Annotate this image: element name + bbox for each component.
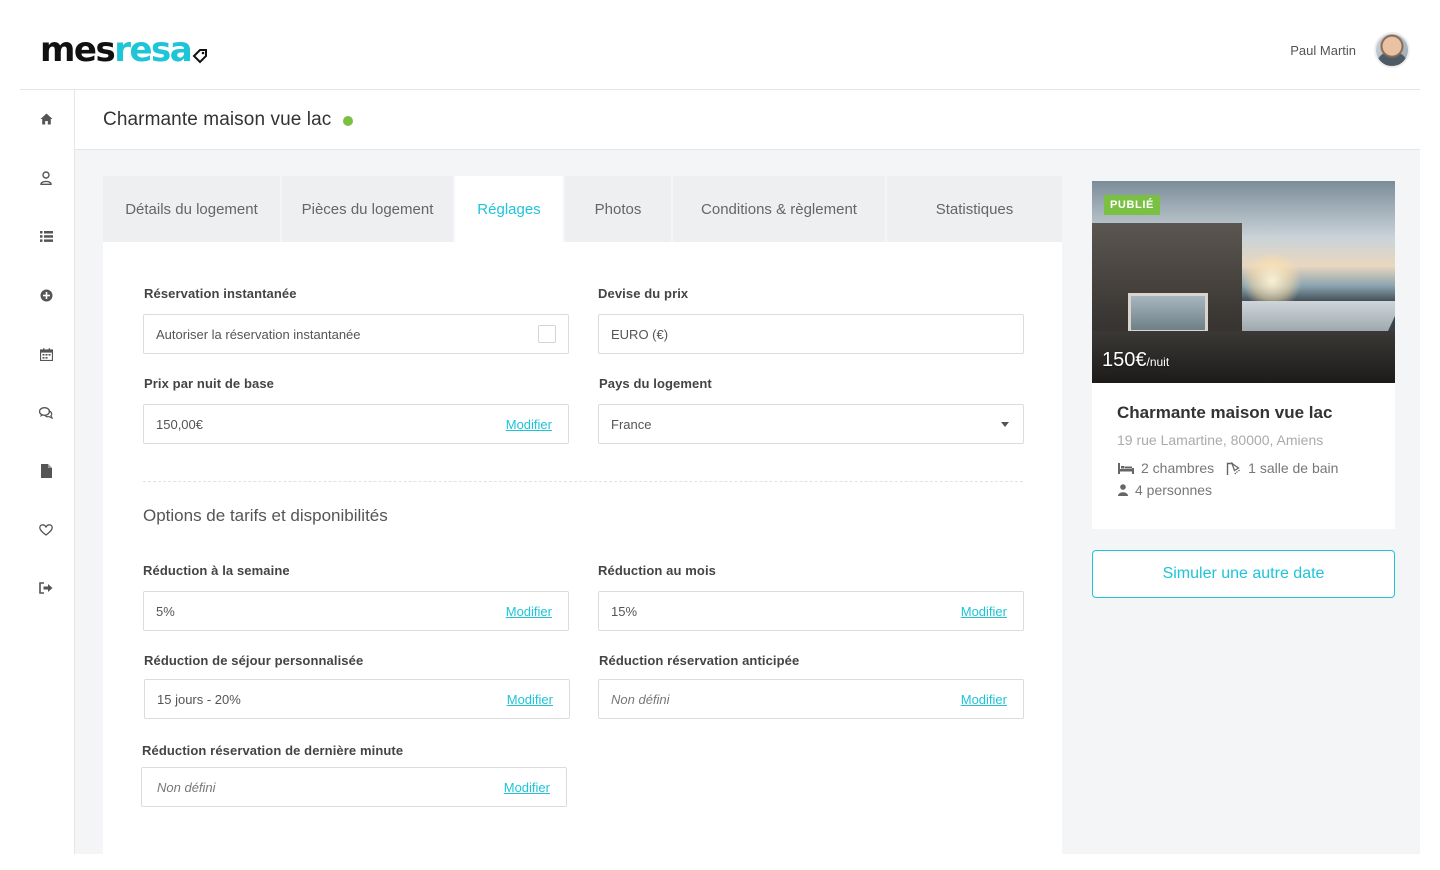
section-divider xyxy=(143,481,1023,482)
tab-settings[interactable]: Réglages xyxy=(455,176,563,242)
tab-bar: Détails du logement Pièces du logement R… xyxy=(103,176,1062,242)
price-amount: 150€ xyxy=(1102,349,1147,371)
custom-stay-discount-modify-link[interactable]: Modifier xyxy=(507,692,553,707)
photo-deck xyxy=(1215,301,1395,331)
last-minute-discount-modify-link[interactable]: Modifier xyxy=(504,780,550,795)
sidebar-nav xyxy=(20,90,75,854)
early-booking-discount-field[interactable]: Non défini Modifier xyxy=(598,679,1024,719)
person-icon xyxy=(1117,484,1129,496)
weekly-discount-modify-link[interactable]: Modifier xyxy=(506,604,552,619)
property-rooms-line: 2 chambres 1 salle de bain xyxy=(1117,460,1377,476)
currency-field[interactable]: EURO (€) xyxy=(598,314,1024,354)
photo-window xyxy=(1128,293,1208,333)
country-value: France xyxy=(611,416,652,432)
property-title: Charmante maison vue lac xyxy=(1117,403,1333,422)
logo[interactable]: mes resa xyxy=(40,30,208,70)
tab-conditions[interactable]: Conditions & règlement xyxy=(673,176,885,242)
weekly-discount-field[interactable]: 5% Modifier xyxy=(143,591,569,631)
custom-stay-discount-value: 15 jours - 20% xyxy=(157,691,241,707)
add-circle-icon[interactable] xyxy=(38,287,54,303)
section-title: Options de tarifs et disponibilités xyxy=(143,506,388,525)
user-icon[interactable] xyxy=(38,170,54,186)
base-price-value: 150,00€ xyxy=(156,416,203,432)
price-unit: /nuit xyxy=(1146,355,1170,369)
country-label: Pays du logement xyxy=(599,376,712,391)
custom-stay-discount-label: Réduction de séjour personnalisée xyxy=(144,653,364,668)
instant-booking-text: Autoriser la réservation instantanée xyxy=(156,326,361,342)
tab-statistics[interactable]: Statistiques xyxy=(887,176,1062,242)
property-card[interactable]: PUBLIÉ 150€/nuit Charmante maison vue la… xyxy=(1092,181,1395,529)
user-menu[interactable]: Paul Martin xyxy=(1290,32,1410,68)
instant-booking-field[interactable]: Autoriser la réservation instantanée xyxy=(143,314,569,354)
tab-rooms[interactable]: Pièces du logement xyxy=(282,176,453,242)
app-frame: mes resa Paul Martin Charmante maison vu… xyxy=(20,12,1420,854)
calendar-icon[interactable] xyxy=(38,346,54,362)
weekly-discount-label: Réduction à la semaine xyxy=(143,563,290,578)
early-booking-discount-value: Non défini xyxy=(611,691,670,707)
property-card-body: Charmante maison vue lac 19 rue Lamartin… xyxy=(1117,403,1377,498)
base-price-field[interactable]: 150,00€ Modifier xyxy=(143,404,569,444)
page-header: Charmante maison vue lac xyxy=(75,90,1420,150)
instant-booking-checkbox[interactable] xyxy=(538,325,556,343)
monthly-discount-field[interactable]: 15% Modifier xyxy=(598,591,1024,631)
base-price-modify-link[interactable]: Modifier xyxy=(506,417,552,432)
settings-panel: Réservation instantanée Autoriser la rés… xyxy=(103,242,1062,854)
monthly-discount-modify-link[interactable]: Modifier xyxy=(961,604,1007,619)
weekly-discount-value: 5% xyxy=(156,603,175,619)
user-name: Paul Martin xyxy=(1290,42,1356,58)
price-tag: 150€/nuit xyxy=(1102,349,1169,372)
country-select[interactable]: France xyxy=(598,404,1024,444)
main-content: Détails du logement Pièces du logement R… xyxy=(75,150,1420,854)
base-price-label: Prix par nuit de base xyxy=(144,376,274,391)
shower-icon xyxy=(1224,461,1242,475)
last-minute-discount-value: Non défini xyxy=(157,779,216,795)
status-badge: PUBLIÉ xyxy=(1104,195,1160,215)
bed-icon xyxy=(1117,462,1135,474)
document-icon[interactable] xyxy=(38,463,54,479)
property-photo: PUBLIÉ 150€/nuit xyxy=(1092,181,1395,383)
simulate-date-button[interactable]: Simuler une autre date xyxy=(1092,550,1395,598)
early-booking-discount-modify-link[interactable]: Modifier xyxy=(961,692,1007,707)
bedrooms-count: 2 chambres xyxy=(1141,460,1215,476)
top-header: mes resa Paul Martin xyxy=(20,12,1420,90)
bathrooms-count: 1 salle de bain xyxy=(1248,460,1339,476)
tab-photos[interactable]: Photos xyxy=(565,176,671,242)
logo-text-resa: resa xyxy=(114,30,193,70)
chevron-down-icon xyxy=(1001,421,1009,427)
monthly-discount-label: Réduction au mois xyxy=(598,563,716,578)
page-title: Charmante maison vue lac xyxy=(103,108,332,130)
status-indicator xyxy=(343,116,354,126)
home-icon[interactable] xyxy=(38,111,54,127)
last-minute-discount-label: Réduction réservation de dernière minute xyxy=(142,743,404,758)
tab-details[interactable]: Détails du logement xyxy=(103,176,280,242)
logo-text-mes: mes xyxy=(40,30,116,70)
early-booking-discount-label: Réduction réservation anticipée xyxy=(599,653,800,668)
currency-value: EURO (€) xyxy=(611,326,669,342)
custom-stay-discount-field[interactable]: 15 jours - 20% Modifier xyxy=(144,679,570,719)
heart-icon[interactable] xyxy=(38,522,54,538)
avatar[interactable] xyxy=(1374,32,1410,68)
logout-icon[interactable] xyxy=(38,580,54,596)
list-icon[interactable] xyxy=(38,228,54,244)
property-address: 19 rue Lamartine, 80000, Amiens xyxy=(1117,432,1324,448)
currency-label: Devise du prix xyxy=(598,286,689,301)
instant-booking-label: Réservation instantanée xyxy=(144,286,297,301)
property-guests-line: 4 personnes xyxy=(1117,482,1377,498)
guests-count: 4 personnes xyxy=(1135,482,1213,498)
monthly-discount-value: 15% xyxy=(611,603,638,619)
last-minute-discount-field[interactable]: Non défini Modifier xyxy=(141,767,567,807)
tag-icon xyxy=(192,33,208,73)
chat-icon[interactable] xyxy=(38,405,54,421)
